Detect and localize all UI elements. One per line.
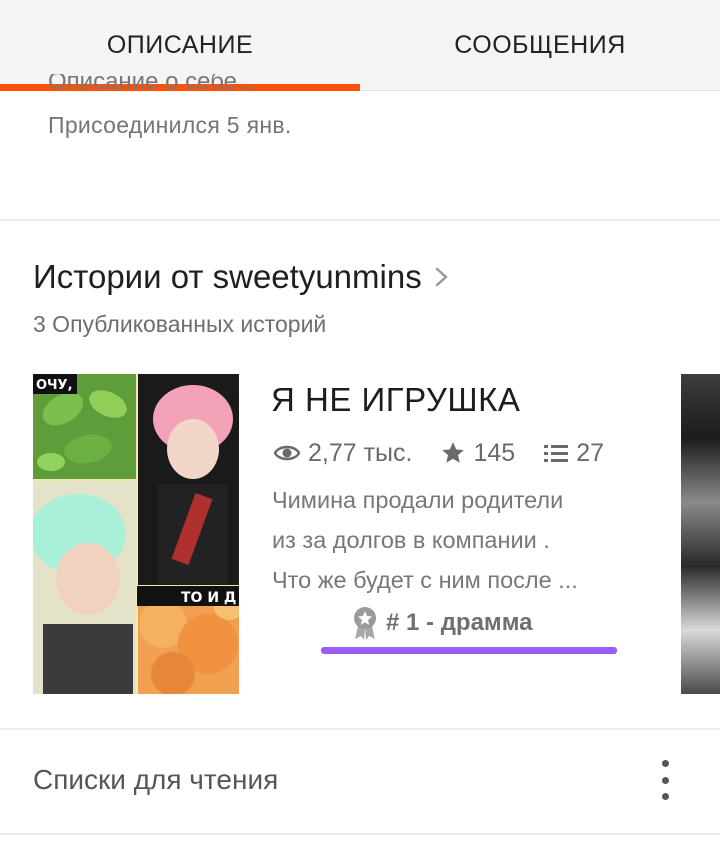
story-description-line: Что же будет с ним после ... xyxy=(272,567,578,593)
parts-stat: 27 xyxy=(543,439,604,468)
tab-description-label: ОПИСАНИЕ xyxy=(106,30,254,59)
tab-messages[interactable]: СООБЩЕНИЯ xyxy=(360,0,720,90)
story-description: Чимина продали родители из за долгов в к… xyxy=(272,480,647,600)
section-divider xyxy=(0,728,720,730)
story-rank-badge[interactable]: # 1 - драмма xyxy=(352,606,532,640)
stories-count: 3 Опубликованных историй xyxy=(33,311,327,337)
votes-stat: 145 xyxy=(440,439,515,468)
star-icon xyxy=(442,442,465,463)
reading-lists-label[interactable]: Списки для чтения xyxy=(33,764,278,796)
reads-stat: 2,77 тыс. xyxy=(273,439,412,468)
more-vertical-icon[interactable] xyxy=(650,760,680,800)
rank-label: # 1 - драмма xyxy=(386,609,533,636)
list-icon xyxy=(544,445,569,462)
story-description-line: из за долгов в компании . xyxy=(272,527,550,553)
parts-count: 27 xyxy=(576,438,604,467)
reads-count: 2,77 тыс. xyxy=(308,438,413,467)
section-divider xyxy=(0,219,720,221)
joined-date: Присоединился 5 янв. xyxy=(48,112,292,138)
tab-messages-label: СООБЩЕНИЯ xyxy=(454,30,626,59)
cover-text-top: ОЧУ, xyxy=(36,378,73,393)
cover-text-mid: ТО И Д xyxy=(181,590,236,606)
profile-description-clipped: Описание о себе... xyxy=(48,74,258,90)
rank-underline xyxy=(321,647,617,654)
award-icon xyxy=(354,607,376,640)
votes-count: 145 xyxy=(473,438,516,467)
story-description-line: Чимина продали родители xyxy=(272,487,564,513)
section-divider xyxy=(0,833,720,835)
story-stats: 2,77 тыс. 145 27 xyxy=(273,436,632,470)
chevron-right-icon xyxy=(435,267,447,287)
stories-title: Истории от sweetyunmins xyxy=(33,258,422,295)
story-title[interactable]: Я НЕ ИГРУШКА xyxy=(271,381,520,419)
eye-icon xyxy=(273,445,301,461)
story-cover-image[interactable]: ТО И Д ОЧУ, xyxy=(33,374,239,694)
stories-header-link[interactable]: Истории от sweetyunmins xyxy=(33,258,450,296)
next-story-cover-peek[interactable] xyxy=(681,374,720,694)
